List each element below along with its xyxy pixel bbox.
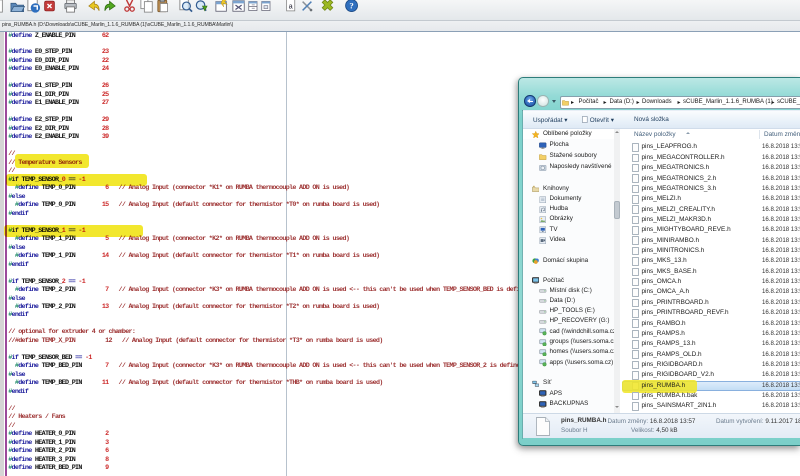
svg-text:?: ? — [349, 1, 353, 11]
